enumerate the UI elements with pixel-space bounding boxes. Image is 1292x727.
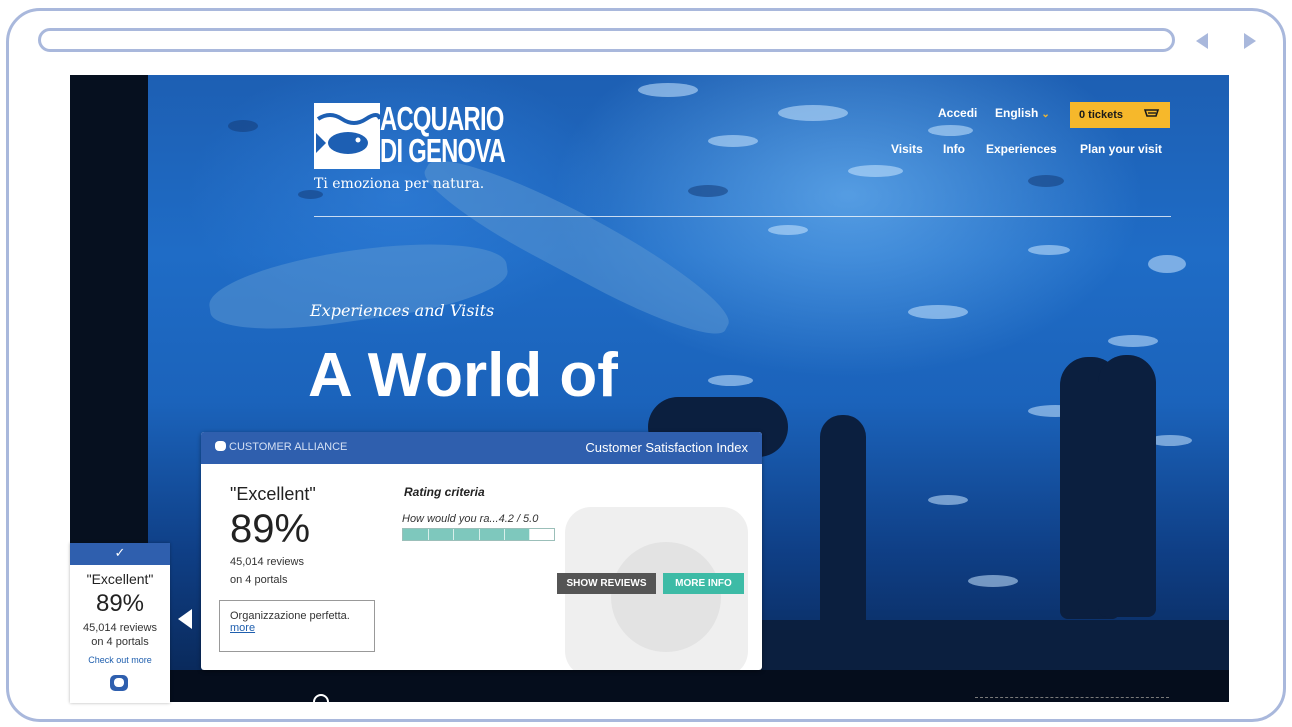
criterion-label: How would you ra...4.2 / 5.0 bbox=[402, 513, 539, 525]
hero-title: A World of bbox=[308, 341, 618, 410]
nav-plan-your-visit[interactable]: Plan your visit bbox=[1080, 142, 1162, 156]
fish-shape bbox=[778, 105, 848, 121]
ca-brand: CUSTOMER ALLIANCE bbox=[215, 441, 347, 453]
satisfaction-index-title: Customer Satisfaction Index bbox=[585, 440, 748, 455]
rating-criteria-title: Rating criteria bbox=[404, 485, 485, 499]
header-divider bbox=[314, 216, 1171, 217]
rating-word: "Excellent" bbox=[230, 484, 316, 504]
widget-rating-word: "Excellent" bbox=[86, 571, 154, 587]
nav-visits[interactable]: Visits bbox=[891, 142, 923, 156]
check-out-more-link[interactable]: Check out more bbox=[70, 655, 170, 665]
fish-shape bbox=[708, 135, 758, 147]
fish-shape bbox=[228, 120, 258, 132]
login-link[interactable]: Accedi bbox=[938, 106, 977, 120]
fish-shape bbox=[848, 165, 903, 177]
criterion-bar-segment bbox=[478, 529, 480, 540]
forward-arrow-icon[interactable] bbox=[1244, 33, 1256, 49]
background-bubble-icon bbox=[611, 542, 721, 652]
quote-more-link[interactable]: more bbox=[230, 622, 255, 634]
chevron-down-icon: ⌄ bbox=[1041, 109, 1050, 120]
criterion-bar-segment bbox=[428, 529, 430, 540]
fish-shape bbox=[1108, 335, 1158, 347]
customer-alliance-popup: CUSTOMER ALLIANCE Customer Satisfaction … bbox=[201, 432, 762, 670]
criterion-bar-fill bbox=[403, 529, 530, 540]
checkmark-icon: ✓ bbox=[70, 543, 170, 565]
widget-portal-count: on 4 portals bbox=[91, 636, 149, 648]
review-count: 45,014 reviews bbox=[230, 556, 304, 568]
fish-shape bbox=[638, 83, 698, 97]
popup-header: CUSTOMER ALLIANCE Customer Satisfaction … bbox=[201, 432, 762, 464]
nav-experiences[interactable]: Experiences bbox=[986, 142, 1057, 156]
popup-pointer bbox=[178, 609, 192, 629]
fish-shape bbox=[1028, 175, 1064, 187]
criterion-bar-segment bbox=[453, 529, 455, 540]
tickets-label: 0 tickets bbox=[1079, 109, 1124, 121]
criterion-bar-segment bbox=[503, 529, 505, 540]
review-quote: Organizzazione perfetta. more bbox=[219, 600, 375, 652]
criterion-bar bbox=[402, 528, 555, 541]
quote-text: Organizzazione perfetta. bbox=[230, 610, 350, 622]
fish-shape bbox=[928, 495, 968, 505]
criterion-bar-segment bbox=[528, 529, 530, 540]
portal-count: on 4 portals bbox=[230, 574, 288, 586]
fish-shape bbox=[928, 125, 973, 136]
back-arrow-icon[interactable] bbox=[1196, 33, 1208, 49]
cart-icon bbox=[1144, 109, 1160, 117]
logo-text: ACQUARIO DI GENOVA bbox=[380, 100, 506, 169]
widget-percentage: 89% bbox=[95, 590, 145, 617]
logo-fish-icon bbox=[314, 103, 380, 169]
tagline: Ti emoziona per natura. bbox=[314, 176, 485, 192]
manta-ray-shape bbox=[204, 229, 512, 341]
fish-shape bbox=[708, 375, 753, 386]
rating-side-widget[interactable]: ✓ "Excellent" 89% 45,014 reviews on 4 po… bbox=[70, 543, 170, 703]
address-bar[interactable] bbox=[38, 28, 1175, 52]
fish-shape bbox=[688, 185, 728, 197]
tickets-button[interactable]: 0 tickets bbox=[1070, 102, 1170, 128]
fish-shape bbox=[908, 305, 968, 319]
child-silhouette bbox=[820, 415, 866, 640]
logo-line-2: DI GENOVA bbox=[380, 132, 506, 169]
fish-shape bbox=[968, 575, 1018, 587]
fish-shape bbox=[1148, 255, 1186, 273]
chat-bubble-icon bbox=[215, 441, 226, 451]
adult-silhouette bbox=[1098, 355, 1156, 617]
rating-percentage: 89% bbox=[230, 507, 311, 551]
hero-kicker: Experiences and Visits bbox=[310, 301, 495, 320]
floor-shadow bbox=[748, 620, 1229, 670]
widget-review-count: 45,014 reviews bbox=[83, 622, 157, 634]
scroll-down-icon[interactable] bbox=[313, 694, 329, 710]
fish-shape bbox=[768, 225, 808, 235]
chat-bubble-icon[interactable] bbox=[110, 675, 128, 691]
nav-info[interactable]: Info bbox=[943, 142, 965, 156]
logo-line-1: ACQUARIO bbox=[380, 100, 504, 137]
language-selector[interactable]: English ⌄ bbox=[995, 106, 1050, 120]
dashed-placeholder bbox=[975, 697, 1169, 706]
ca-brand-label: CUSTOMER ALLIANCE bbox=[229, 441, 348, 453]
fish-shape bbox=[1028, 245, 1070, 255]
language-label: English bbox=[995, 106, 1039, 120]
show-reviews-button[interactable]: SHOW REVIEWS bbox=[557, 573, 656, 594]
more-info-button[interactable]: MORE INFO bbox=[663, 573, 744, 594]
